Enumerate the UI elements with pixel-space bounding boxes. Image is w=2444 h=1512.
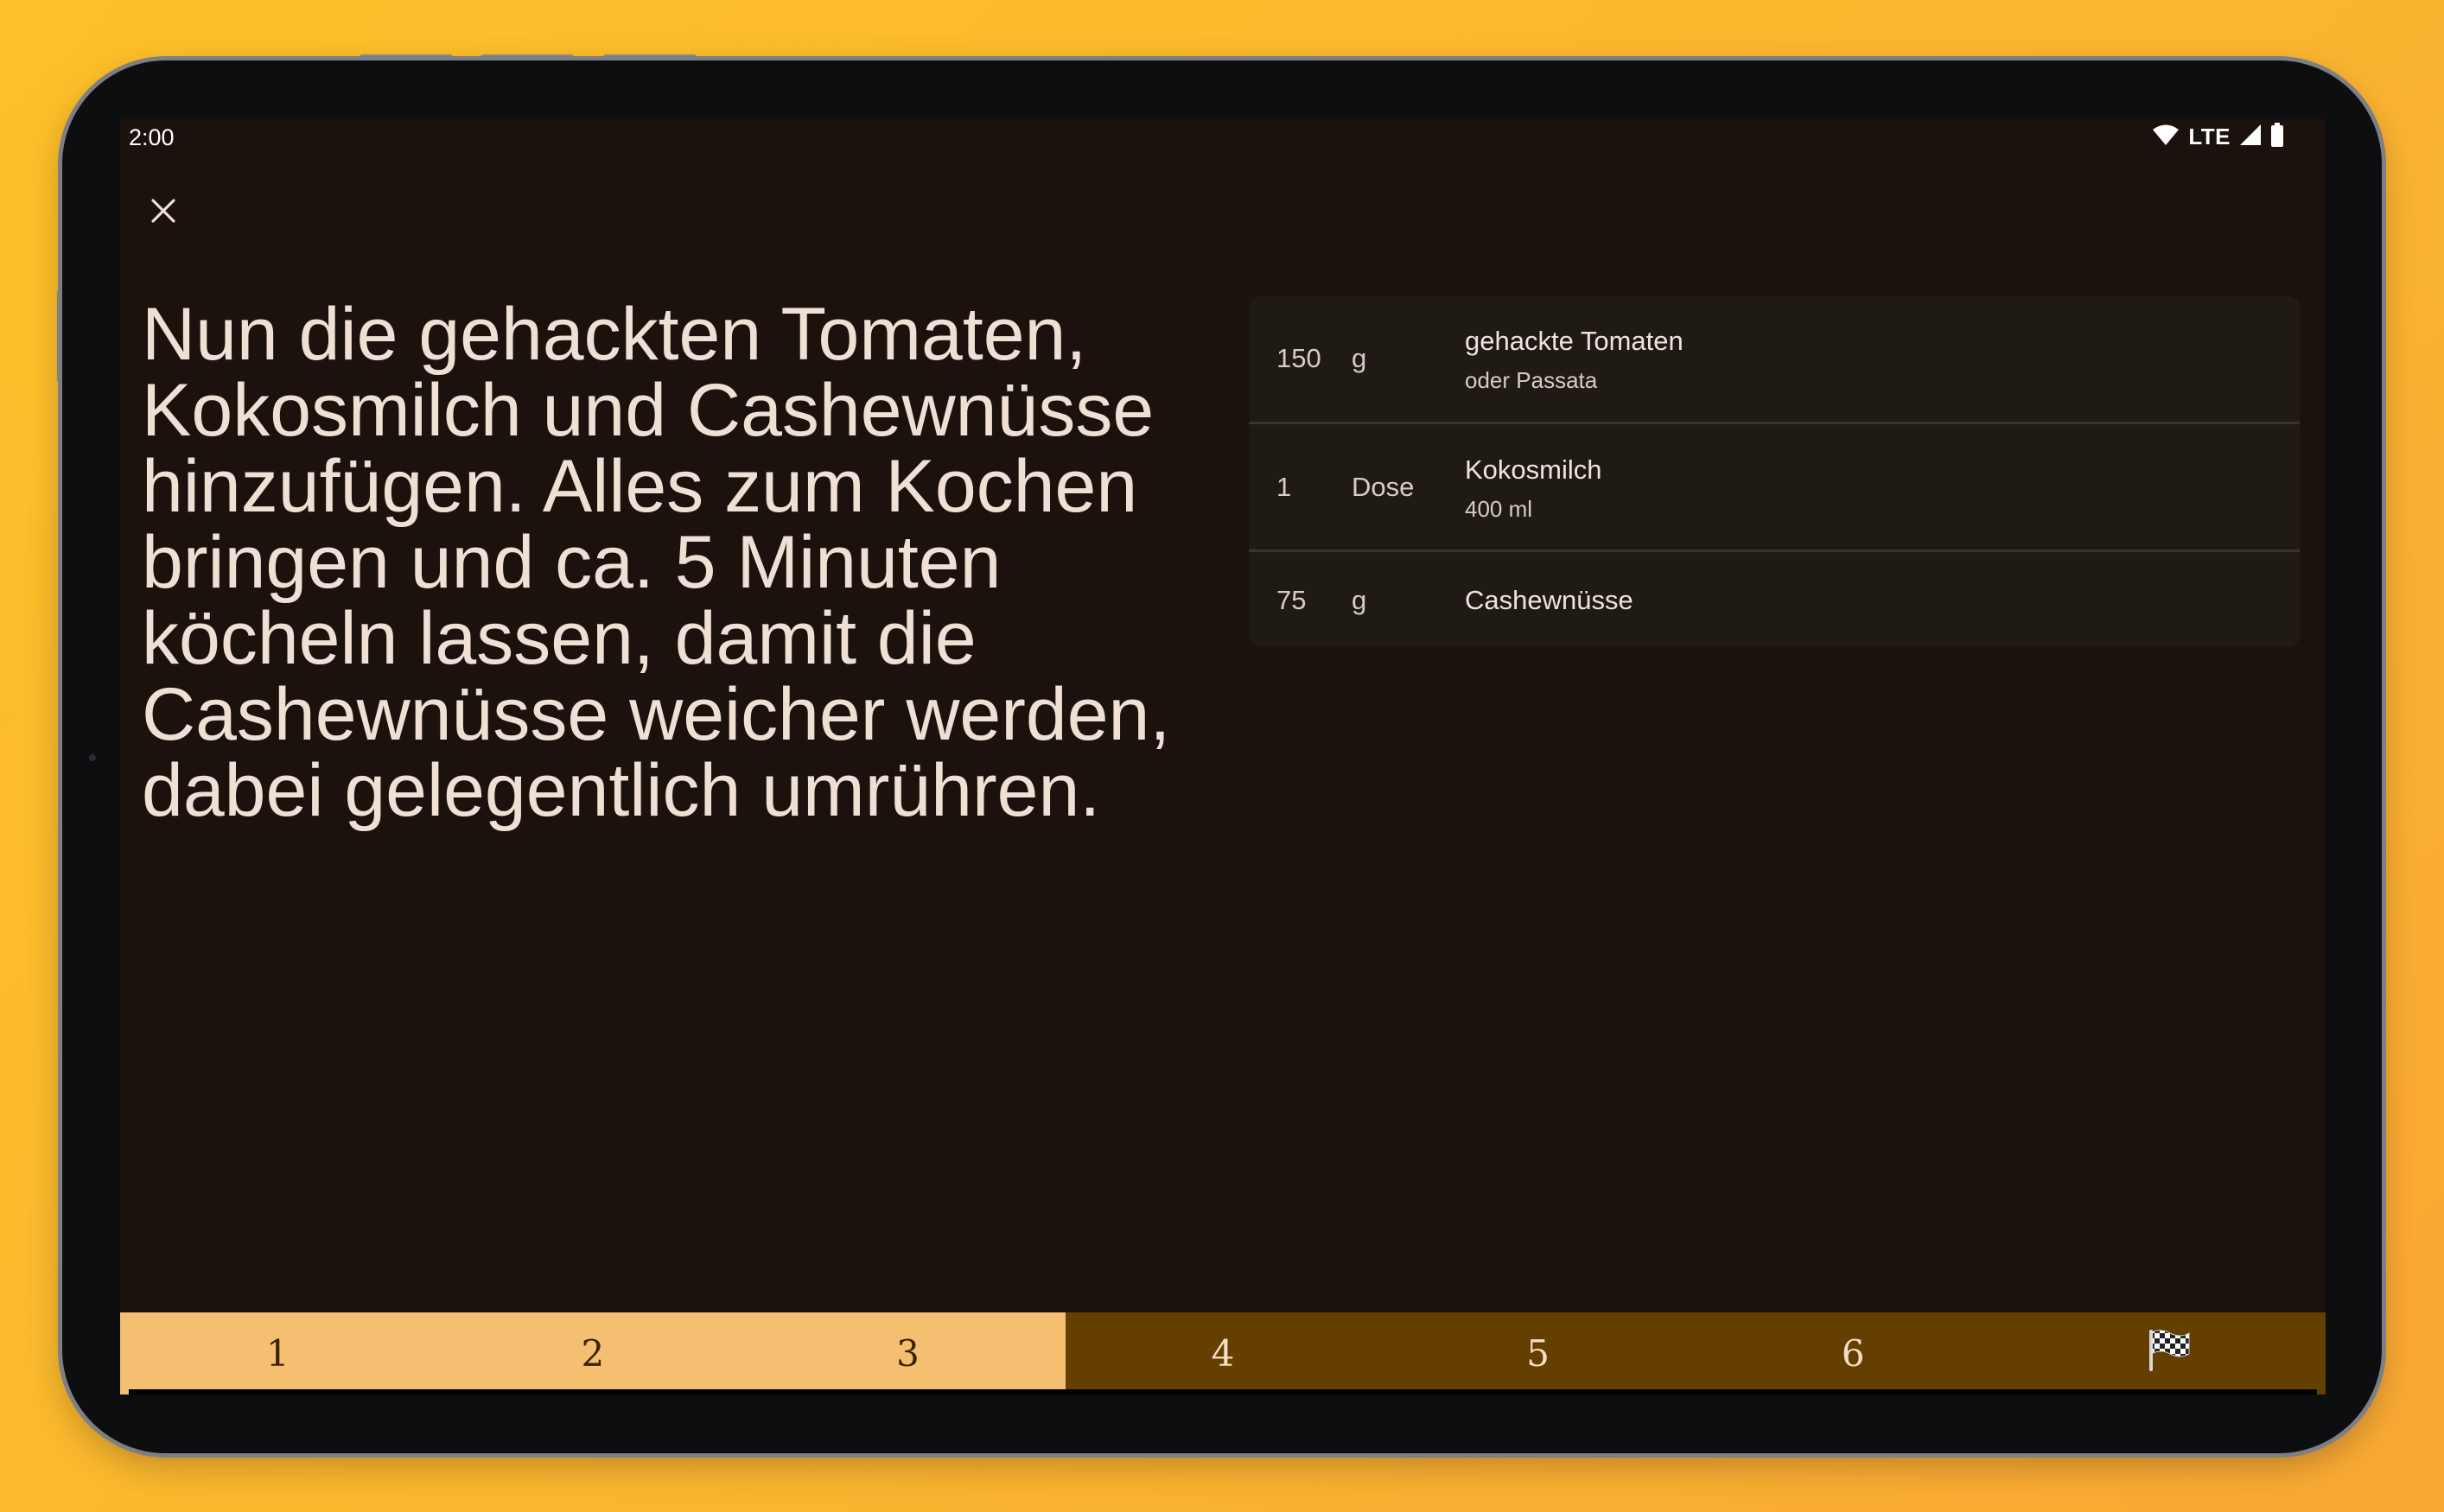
status-bar: 2:00 LTE: [120, 119, 2326, 157]
checkered-flag-icon: [2144, 1328, 2193, 1380]
ingredient-row: 75 g Cashewnüsse: [1249, 552, 2300, 647]
device-power-button: [603, 54, 697, 60]
step-tab-4[interactable]: 4: [1065, 1312, 1381, 1394]
ingredient-unit: g: [1352, 343, 1367, 373]
wifi-icon: [2152, 124, 2180, 150]
battery-icon: [2270, 123, 2284, 151]
status-time: 2:00: [129, 124, 175, 150]
ingredient-quantity: 75: [1276, 585, 1307, 615]
cell-signal-icon: [2239, 124, 2262, 150]
step-tab-finish[interactable]: [2010, 1312, 2326, 1394]
camera-icon: [89, 754, 96, 761]
network-type-label: LTE: [2188, 124, 2231, 149]
device-volume-button: [481, 54, 574, 60]
ingredient-name: Cashewnüsse: [1465, 585, 1633, 615]
ingredient-details: Cashewnüsse: [1465, 585, 1633, 616]
ingredient-details: gehackte Tomaten oder Passata: [1465, 326, 1683, 394]
ingredient-quantity: 1: [1276, 472, 1292, 502]
gesture-navigation-strip: [129, 1389, 2317, 1394]
ingredient-list: 150 g gehackte Tomaten oder Passata 1 Do…: [1249, 296, 2300, 647]
close-icon: [150, 198, 176, 228]
step-tab-6[interactable]: 6: [1695, 1312, 2011, 1394]
step-tab-3[interactable]: 3: [750, 1312, 1066, 1394]
status-icons: LTE: [2152, 123, 2284, 151]
step-tab-2[interactable]: 2: [435, 1312, 751, 1394]
ingredient-note: oder Passata: [1465, 367, 1598, 393]
step-tab-1[interactable]: 1: [120, 1312, 436, 1394]
ingredient-row: 150 g gehackte Tomaten oder Passata: [1249, 296, 2300, 424]
ingredient-name: gehackte Tomaten: [1465, 326, 1683, 356]
ingredient-unit: Dose: [1352, 472, 1415, 502]
ingredient-details: Kokosmilch 400 ml: [1465, 454, 1602, 523]
ingredient-note: 400 ml: [1465, 496, 1533, 522]
ingredient-quantity: 150: [1276, 343, 1321, 373]
close-button[interactable]: [139, 188, 188, 237]
ingredient-unit: g: [1352, 585, 1367, 615]
step-instruction: Nun die gehackten Tomaten, Kokosmilch un…: [142, 293, 1171, 832]
device-volume-button: [360, 54, 453, 60]
cooking-mode-screen: 2:00 LTE Nun die gehackten Tomaten, Koko…: [120, 119, 2326, 1394]
ingredient-row: 1 Dose Kokosmilch 400 ml: [1249, 424, 2300, 552]
step-tab-5[interactable]: 5: [1380, 1312, 1696, 1394]
ingredient-name: Kokosmilch: [1465, 454, 1602, 485]
step-progress-bar: 1 2 3 4 5 6: [120, 1312, 2326, 1394]
